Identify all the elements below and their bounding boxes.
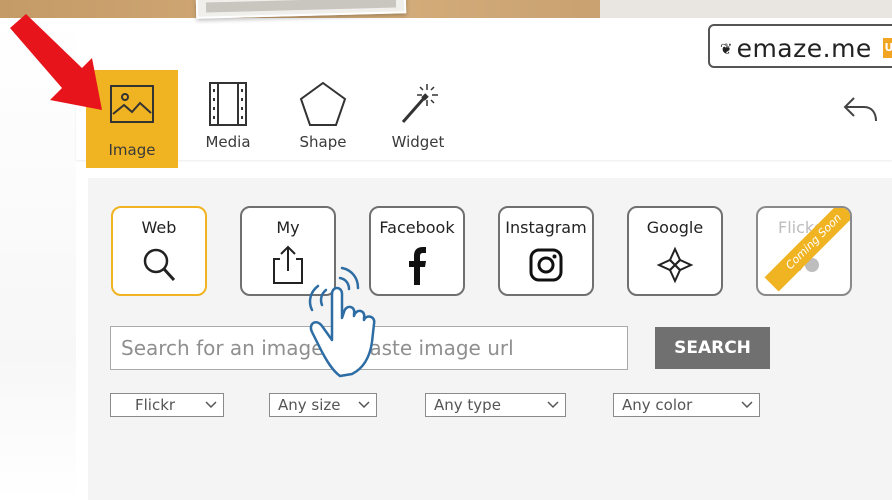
chevron-down-icon [547, 399, 559, 411]
red-pointer-arrow-icon [10, 14, 102, 110]
color-select[interactable]: Any color [613, 393, 760, 417]
insert-toolbar: Image Media Shape Widget [76, 70, 892, 168]
search-button[interactable]: SEARCH [655, 327, 770, 369]
chevron-down-icon [205, 399, 217, 411]
source-web-button[interactable]: Web [111, 206, 207, 296]
source-web-label: Web [141, 218, 177, 237]
tool-media[interactable]: Media [187, 70, 269, 160]
chevron-down-icon [741, 399, 753, 411]
magic-wand-icon [390, 78, 446, 130]
undo-button[interactable] [840, 88, 880, 128]
tool-shape-label: Shape [299, 133, 347, 151]
source-google-button[interactable]: Google [627, 206, 723, 296]
tool-image-label: Image [108, 141, 156, 159]
pentagon-icon [295, 78, 351, 130]
tool-shape[interactable]: Shape [282, 70, 364, 160]
google-drive-icon [653, 243, 697, 287]
source-flicker-button[interactable]: Flicker Coming Soon [756, 206, 852, 296]
background-photo-edge [600, 0, 892, 18]
size-select[interactable]: Any size [269, 393, 377, 417]
size-select-value: Any size [278, 396, 341, 414]
type-select[interactable]: Any type [425, 393, 566, 417]
source-my-label: My [276, 218, 300, 237]
source-google-label: Google [646, 218, 704, 237]
magnifier-icon [137, 243, 181, 287]
emaze-leaf-icon: ❦ [720, 40, 733, 58]
tool-widget-label: Widget [391, 133, 445, 151]
undo-arrow-icon [843, 97, 877, 122]
type-select-value: Any type [434, 396, 501, 414]
provider-select[interactable]: Flickr [110, 393, 224, 417]
tool-widget[interactable]: Widget [377, 70, 459, 160]
logo-text: emaze.me [736, 33, 872, 63]
color-select-value: Any color [622, 396, 693, 414]
tapping-hand-cursor-icon [308, 266, 376, 378]
source-instagram-label: Instagram [505, 218, 587, 237]
logo-badge: U [883, 38, 892, 58]
film-icon [200, 78, 256, 130]
provider-select-value: Flickr [135, 396, 176, 414]
source-facebook-label: Facebook [379, 218, 455, 237]
instagram-icon [524, 243, 568, 287]
emaze-logo: ❦ emaze.me [708, 24, 892, 68]
chevron-down-icon [358, 399, 370, 411]
tool-media-label: Media [205, 133, 251, 151]
source-instagram-button[interactable]: Instagram [498, 206, 594, 296]
